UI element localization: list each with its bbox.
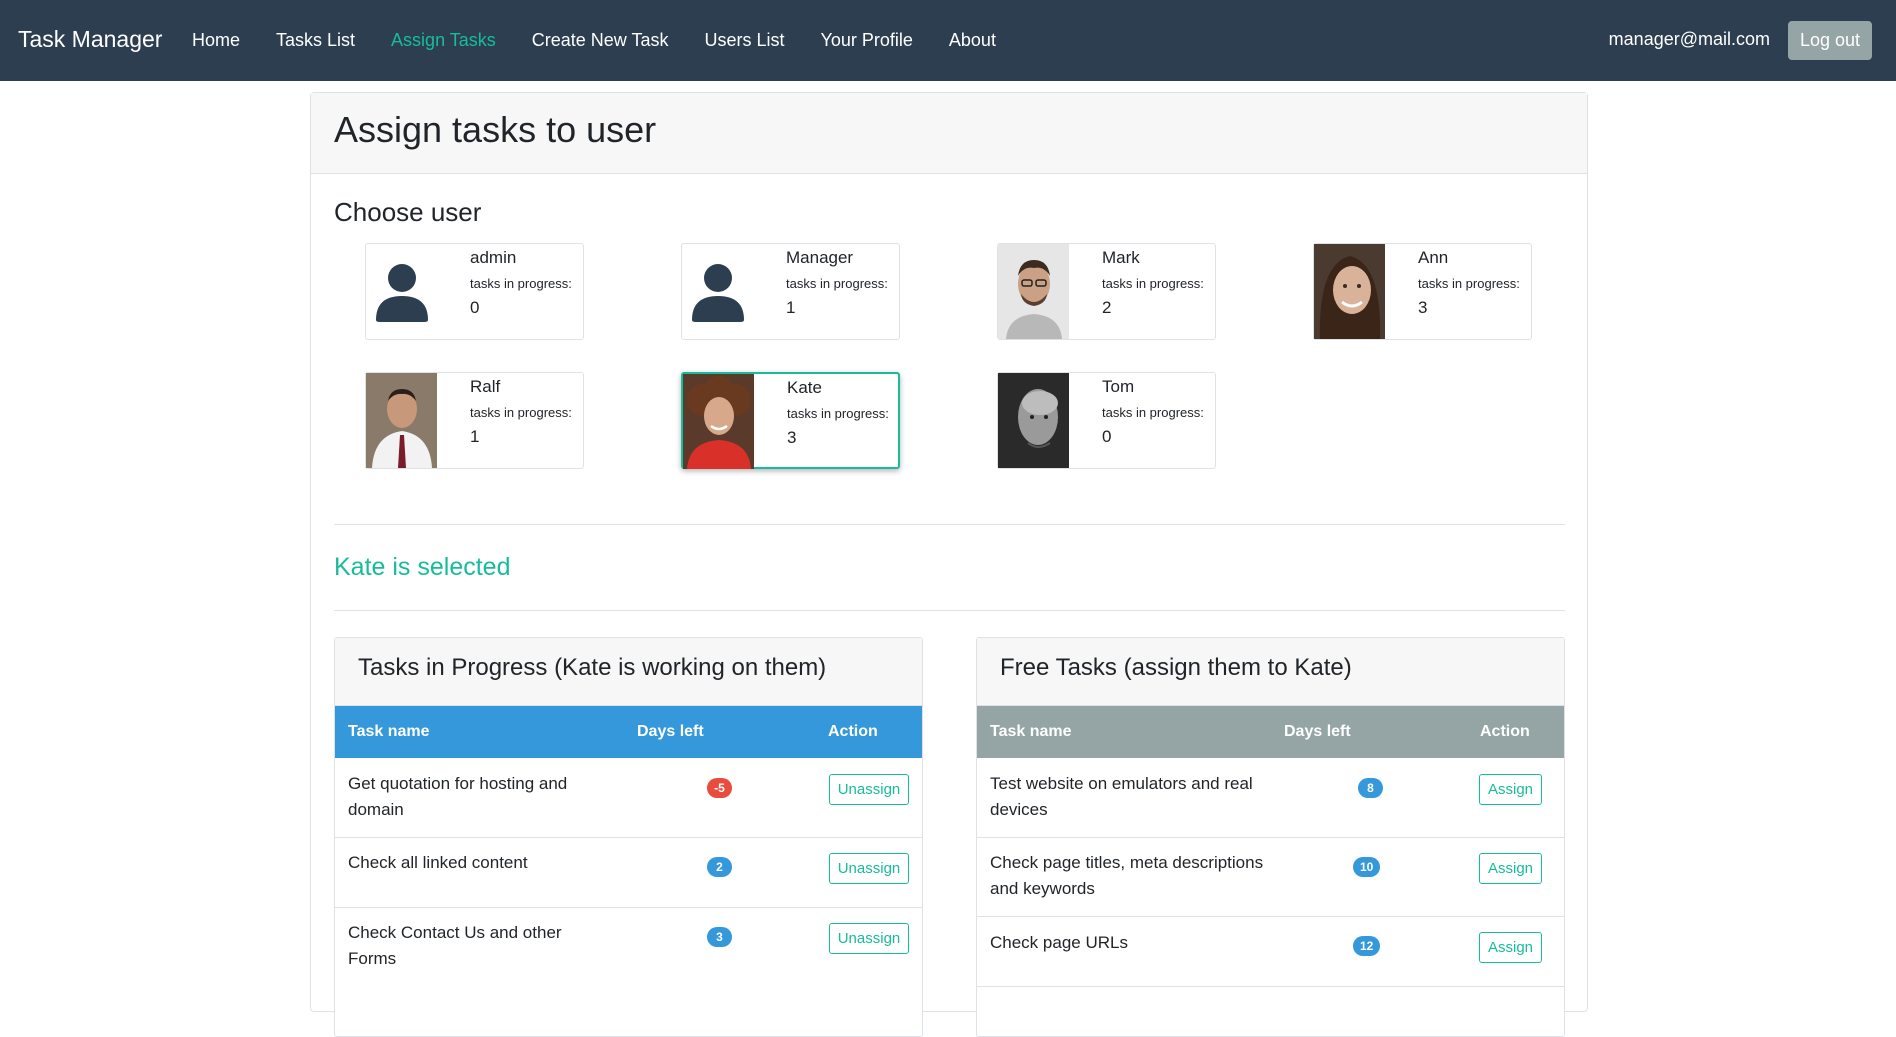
assign-button[interactable]: Assign [1479,853,1542,884]
nav-your-profile[interactable]: Your Profile [803,30,931,51]
tasks-count: 3 [787,428,797,447]
user-photo [998,373,1069,468]
tasks-in-progress-label: tasks in progress: [1102,405,1204,420]
nav-assign-tasks[interactable]: Assign Tasks [373,30,514,51]
task-name: Check page URLs [990,933,1128,952]
tasks-count: 2 [1102,298,1112,317]
table-row: Check page titles, meta descriptions and… [977,838,1564,917]
task-name: Check all linked content [348,853,528,872]
assign-button[interactable]: Assign [1479,774,1542,805]
table-header: Task name Days left Action [977,706,1564,758]
unassign-button[interactable]: Unassign [829,923,909,954]
user-name: Mark [1102,248,1140,267]
tasks-count: 1 [470,427,480,446]
table-row: Check page URLs 12 Assign [977,917,1564,987]
nav-about[interactable]: About [931,30,1014,51]
user-card-ralf[interactable]: Ralf tasks in progress: 1 [365,372,584,469]
tasks-in-progress-label: tasks in progress: [1102,276,1204,291]
table-row: Check Contact Us and other Forms 3 Unass… [335,908,922,978]
user-name: admin [470,248,517,267]
unassign-button[interactable]: Unassign [829,774,909,805]
user-card-ann[interactable]: Ann tasks in progress: 3 [1313,243,1532,340]
user-card-tom[interactable]: Tom tasks in progress: 0 [997,372,1216,469]
navbar: Task Manager Home Tasks List Assign Task… [0,0,1896,81]
user-card-kate[interactable]: Kate tasks in progress: 3 [681,372,900,469]
days-left-badge: 2 [707,857,732,877]
user-photo [366,373,437,468]
user-card-manager[interactable]: Manager tasks in progress: 1 [681,243,900,340]
user-card-mark[interactable]: Mark tasks in progress: 2 [997,243,1216,340]
column-header-days-left: Days left [637,723,704,740]
nav-links: Home Tasks List Assign Tasks Create New … [174,0,1014,81]
user-photo [1314,244,1385,339]
days-left-badge: -5 [707,778,732,798]
panel-header: Free Tasks (assign them to Kate) [977,638,1564,706]
table-header: Task name Days left Action [335,706,922,758]
card-header: Assign tasks to user [311,93,1587,174]
table-row: Check all linked content 2 Unassign [335,838,922,908]
user-name: Kate [787,378,822,397]
brand-title[interactable]: Task Manager [18,26,162,53]
tasks-in-progress-label: tasks in progress: [470,276,572,291]
tasks-count: 1 [786,298,796,317]
task-name: Check Contact Us and other Forms [348,923,562,968]
assign-button[interactable]: Assign [1479,932,1542,963]
tasks-in-progress-label: tasks in progress: [1418,276,1520,291]
assign-tasks-card: Assign tasks to user Choose user admin t… [310,92,1588,1037]
column-header-task-name: Task name [348,723,430,740]
unassign-button[interactable]: Unassign [829,853,909,884]
column-header-task-name: Task name [990,723,1072,740]
task-name: Check page titles, meta descriptions and… [990,853,1264,898]
panel-header: Tasks in Progress (Kate is working on th… [335,638,922,706]
task-name: Get quotation for hosting and domain [348,774,568,819]
table-row: Test website on emulators and real devic… [977,758,1564,838]
task-name: Test website on emulators and real devic… [990,774,1253,819]
divider [334,610,1565,611]
logout-button[interactable]: Log out [1788,21,1872,60]
tasks-in-progress-label: tasks in progress: [787,406,889,421]
default-avatar-icon [366,244,437,339]
default-avatar-icon [682,244,753,339]
page-title: Assign tasks to user [334,109,657,150]
divider [334,524,1565,525]
user-name: Ann [1418,248,1449,267]
tasks-in-progress-label: tasks in progress: [786,276,888,291]
user-email: manager@mail.com [1608,29,1770,49]
column-header-action: Action [1480,723,1530,740]
panel-title: Tasks in Progress (Kate is working on th… [358,654,827,681]
user-name: Tom [1102,377,1135,396]
column-header-action: Action [828,723,878,740]
column-header-days-left: Days left [1284,723,1351,740]
free-tasks-panel: Free Tasks (assign them to Kate) Task na… [976,637,1565,1037]
panel-title: Free Tasks (assign them to Kate) [1000,654,1352,681]
user-name: Manager [786,248,854,267]
user-name: Ralf [470,377,501,396]
days-left-badge: 3 [707,927,732,947]
nav-create-new-task[interactable]: Create New Task [514,30,687,51]
user-photo [998,244,1069,339]
tasks-in-progress-label: tasks in progress: [470,405,572,420]
table-row: Get quotation for hosting and domain -5 … [335,758,922,838]
tasks-count: 0 [1102,427,1112,446]
user-card-admin[interactable]: admin tasks in progress: 0 [365,243,584,340]
nav-users-list[interactable]: Users List [687,30,803,51]
choose-user-heading: Choose user [334,197,482,227]
tasks-count: 0 [470,298,480,317]
tasks-count: 3 [1418,298,1428,317]
tasks-in-progress-panel: Tasks in Progress (Kate is working on th… [334,637,923,1037]
days-left-badge: 10 [1353,857,1381,877]
selected-user-text: Kate is selected [334,553,511,581]
nav-tasks-list[interactable]: Tasks List [258,30,373,51]
days-left-badge: 12 [1353,936,1381,956]
days-left-badge: 8 [1358,778,1383,798]
nav-home[interactable]: Home [174,30,258,51]
user-photo [683,374,754,469]
